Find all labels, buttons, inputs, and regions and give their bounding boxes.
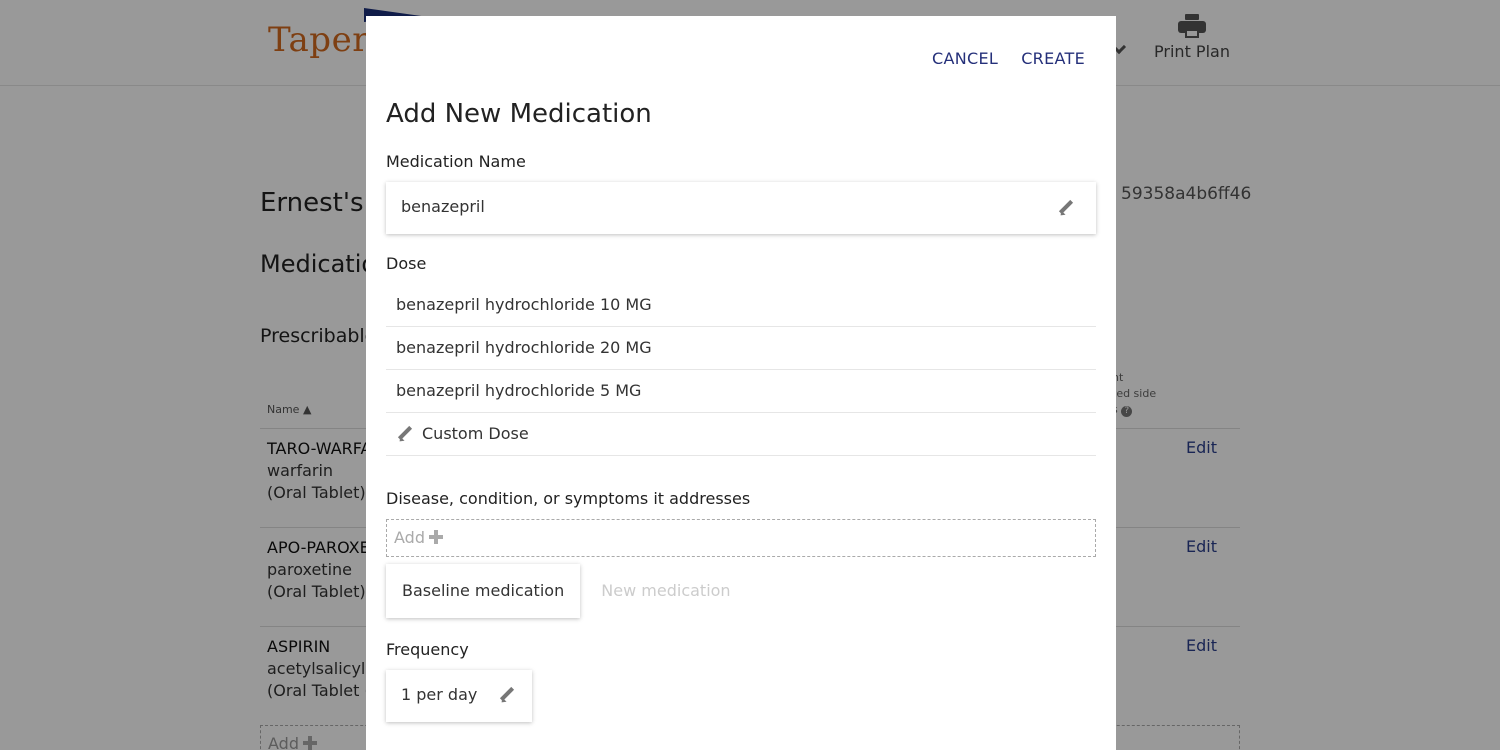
disease-label: Disease, condition, or symptoms it addre… [386, 489, 751, 508]
baseline-medication-option[interactable]: Baseline medication [386, 564, 581, 618]
frequency-value: 1 per day [401, 685, 478, 704]
custom-dose-label: Custom Dose [422, 424, 529, 443]
dose-label: Dose [386, 254, 427, 273]
dose-option[interactable]: benazepril hydrochloride 10 MG [386, 284, 1096, 327]
pencil-icon[interactable] [499, 687, 515, 703]
dose-list: benazepril hydrochloride 10 MG benazepri… [386, 284, 1096, 456]
disease-add-field[interactable]: Add [386, 519, 1096, 557]
plus-icon [428, 530, 443, 544]
modal-title: Add New Medication [386, 99, 652, 129]
pencil-icon [397, 426, 413, 442]
dose-option[interactable]: benazepril hydrochloride 20 MG [386, 327, 1096, 370]
new-medication-option[interactable]: New medication [585, 564, 746, 618]
medication-name-field[interactable]: benazepril [386, 182, 1096, 234]
create-button[interactable]: CREATE [1021, 49, 1085, 68]
add-medication-modal: CANCEL CREATE Add New Medication Medicat… [366, 16, 1116, 750]
frequency-label: Frequency [386, 640, 469, 659]
medication-type-toggle: Baseline medication New medication [386, 564, 747, 618]
medication-name-value: benazepril [401, 197, 485, 216]
medication-name-label: Medication Name [386, 152, 526, 171]
cancel-button[interactable]: CANCEL [932, 49, 998, 68]
dose-option[interactable]: benazepril hydrochloride 5 MG [386, 370, 1096, 413]
frequency-field[interactable]: 1 per day [386, 670, 532, 722]
pencil-icon[interactable] [1058, 200, 1074, 216]
custom-dose-option[interactable]: Custom Dose [386, 413, 1096, 456]
modal-actions: CANCEL CREATE [914, 49, 1085, 68]
